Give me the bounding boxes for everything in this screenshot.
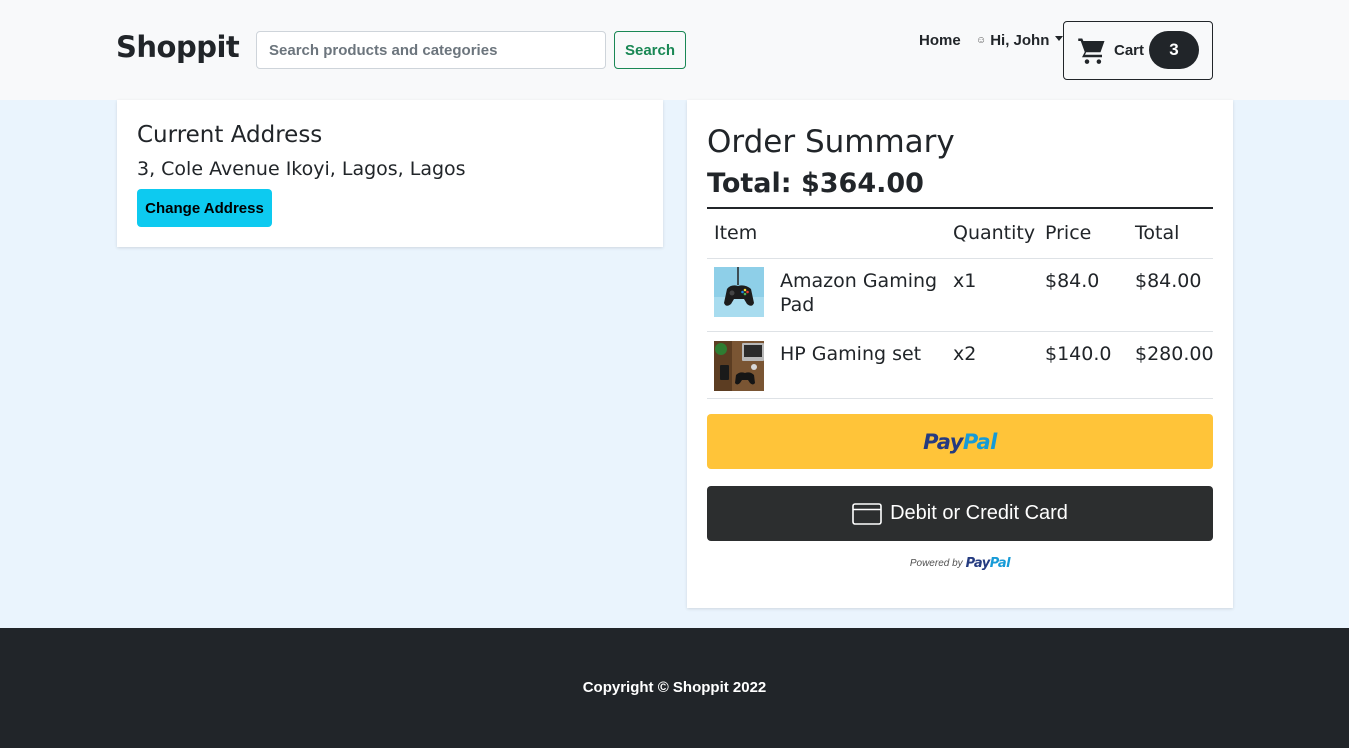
gaming-set-image	[714, 341, 764, 391]
paypal-button[interactable]: PayPal	[707, 414, 1213, 469]
order-summary-card: Order Summary Total: $364.00 Item Quanti…	[687, 100, 1233, 608]
cart-button[interactable]: Cart 3	[1063, 21, 1213, 80]
copyright-text: Copyright © Shoppit 2022	[582, 679, 767, 696]
brand-logo[interactable]: Shoppit	[116, 30, 240, 64]
item-quantity: x1	[953, 270, 977, 292]
nav-home-link[interactable]: Home	[919, 32, 961, 49]
table-header-row: Item Quantity Price Total	[707, 209, 1213, 259]
column-header-item: Item	[714, 222, 758, 244]
change-address-button[interactable]: Change Address	[137, 189, 272, 227]
paypal-logo-small: PayPal	[965, 555, 1011, 571]
address-card: Current Address 3, Cole Avenue Ikoyi, La…	[117, 100, 663, 247]
paypal-logo: PayPal	[923, 429, 997, 454]
card-button-label: Debit or Credit Card	[890, 502, 1068, 524]
address-text: 3, Cole Avenue Ikoyi, Lagos, Lagos	[137, 158, 466, 180]
gamepad-image	[714, 267, 764, 317]
column-header-price: Price	[1045, 222, 1092, 244]
user-icon: ☺	[976, 35, 987, 46]
item-name: Amazon Gaming Pad	[780, 270, 938, 316]
table-row: HP Gaming set x2 $140.0 $280.00	[707, 332, 1214, 399]
table-row: Amazon Gaming Pad x1 $84.0 $84.00	[707, 259, 1213, 332]
cart-label: Cart	[1114, 42, 1145, 59]
powered-by-paypal: Powered by PayPal	[687, 553, 1233, 573]
item-quantity: x2	[953, 343, 977, 365]
shopping-cart-icon	[1078, 38, 1105, 64]
item-price: $140.0	[1045, 343, 1112, 365]
column-header-quantity: Quantity	[953, 222, 1036, 244]
user-menu-dropdown[interactable]: ☺ Hi, John	[976, 32, 1064, 49]
search-button[interactable]: Search	[614, 31, 686, 69]
order-summary-title: Order Summary	[707, 124, 955, 160]
debit-credit-card-button[interactable]: Debit or Credit Card	[707, 486, 1213, 541]
search-input[interactable]	[256, 31, 606, 69]
credit-card-icon	[852, 502, 882, 525]
powered-by-label: Powered by	[909, 557, 963, 569]
order-table: Item Quantity Price Total Amazon Gaming …	[707, 207, 1214, 399]
user-greeting: Hi, John	[990, 32, 1050, 49]
item-total: $280.00	[1135, 343, 1214, 365]
column-header-total: Total	[1135, 222, 1180, 244]
navbar: Shoppit Search Home ☺ Hi, John Cart 3	[0, 0, 1349, 100]
item-name: HP Gaming set	[780, 343, 922, 365]
cart-count-badge: 3	[1149, 31, 1199, 69]
address-title: Current Address	[137, 122, 323, 148]
item-total: $84.00	[1135, 270, 1202, 292]
item-price: $84.0	[1045, 270, 1100, 292]
footer: Copyright © Shoppit 2022	[0, 628, 1349, 748]
order-total: Total: $364.00	[707, 168, 924, 199]
